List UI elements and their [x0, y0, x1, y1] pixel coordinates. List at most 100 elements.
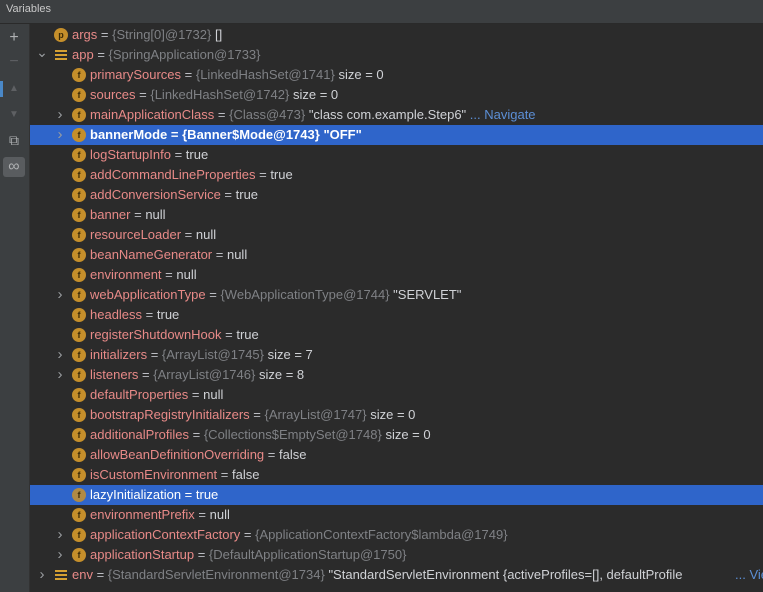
variable-name: allowBeanDefinitionOverriding	[90, 447, 265, 462]
variable-type: {Class@473}	[229, 107, 306, 122]
show-watches-toggle[interactable]: ∞	[3, 157, 25, 177]
field-icon: f	[72, 528, 86, 542]
equals-sign: =	[214, 107, 230, 122]
equals-sign: =	[130, 207, 146, 222]
tree-row-resourceLoader[interactable]: f resourceLoader = null	[30, 225, 763, 245]
variable-name: applicationContextFactory	[90, 527, 241, 542]
equals-sign: =	[240, 527, 256, 542]
variable-type: {Collections$EmptySet@1748}	[203, 427, 382, 442]
tree-row-sources[interactable]: f sources = {LinkedHashSet@1742} size = 0	[30, 85, 763, 105]
variable-text: isCustomEnvironment = false	[90, 467, 259, 483]
minus-icon: −	[9, 53, 19, 70]
equals-sign: =	[135, 87, 151, 102]
tree-row-bannerMode[interactable]: › f bannerMode = {Banner$Mode@1743} "OFF"	[30, 125, 763, 145]
move-up-button[interactable]: ▲	[3, 78, 25, 98]
field-icon: f	[72, 288, 86, 302]
copy-icon: ⧉	[9, 131, 19, 148]
tree-row-additionalProfiles[interactable]: f additionalProfiles = {Collections$Empty…	[30, 425, 763, 445]
field-icon: f	[72, 248, 86, 262]
tree-row-environmentPrefix[interactable]: f environmentPrefix = null	[30, 505, 763, 525]
equals-sign: =	[220, 187, 236, 202]
variable-text: applicationStartup = {DefaultApplication…	[90, 547, 406, 563]
tree-row-app[interactable]: ⌄ app = {SpringApplication@1733}	[30, 45, 763, 65]
variable-text: sources = {LinkedHashSet@1742} size = 0	[90, 87, 338, 103]
variable-text: registerShutdownHook = true	[90, 327, 259, 343]
move-down-button[interactable]: ▼	[3, 104, 25, 124]
variable-name: resourceLoader	[90, 227, 182, 242]
navigate-link[interactable]: ... Navigate	[466, 107, 536, 122]
equals-sign: =	[189, 427, 204, 442]
tree-row-headless[interactable]: f headless = true	[30, 305, 763, 325]
copy-button[interactable]: ⧉	[3, 130, 25, 150]
variable-name: headless	[90, 307, 143, 322]
tree-row-environment[interactable]: f environment = null	[30, 265, 763, 285]
variable-value: size = 0	[338, 67, 384, 82]
equals-sign: =	[170, 147, 186, 162]
tree-row-mainApplicationClass[interactable]: › f mainApplicationClass = {Class@473} "cl…	[30, 105, 763, 125]
tree-row-initializers[interactable]: › f initializers = {ArrayList@1745} size =…	[30, 345, 763, 365]
tree-row-lazyInitialization[interactable]: f lazyInitialization = true	[30, 485, 763, 505]
variable-type: {Banner$Mode@1743}	[182, 127, 320, 142]
chevron-right-icon[interactable]: ›	[54, 367, 66, 382]
variable-value: []	[214, 27, 223, 42]
equals-sign: =	[92, 567, 108, 582]
tree-row-banner[interactable]: f banner = null	[30, 205, 763, 225]
tree-row-addCommandLineProperties[interactable]: f addCommandLineProperties = true	[30, 165, 763, 185]
tree-row-logStartupInfo[interactable]: f logStartupInfo = true	[30, 145, 763, 165]
tree-row-beanNameGenerator[interactable]: f beanNameGenerator = null	[30, 245, 763, 265]
tree-row-applicationContextFactory[interactable]: › f applicationContextFactory = {Applicati…	[30, 525, 763, 545]
tree-row-webApplicationType[interactable]: › f webApplicationType = {WebApplicationTy…	[30, 285, 763, 305]
variable-name: defaultProperties	[90, 387, 189, 402]
field-icon: f	[72, 188, 86, 202]
variable-text: args = {String[0]@1732} []	[72, 27, 222, 43]
tree-row-isCustomEnvironment[interactable]: f isCustomEnvironment = false	[30, 465, 763, 485]
tree-row-applicationStartup[interactable]: › f applicationStartup = {DefaultApplicati…	[30, 545, 763, 565]
view-link[interactable]: ... View	[733, 567, 763, 583]
chevron-right-icon[interactable]: ›	[36, 567, 48, 582]
add-watch-button[interactable]: +	[3, 28, 25, 48]
variable-type: {ArrayList@1747}	[264, 407, 367, 422]
chevron-right-icon[interactable]: ›	[54, 347, 66, 362]
variable-name: initializers	[90, 347, 148, 362]
variable-value: true	[235, 187, 259, 202]
variable-value: null	[145, 207, 166, 222]
tree-row-listeners[interactable]: › f listeners = {ArrayList@1746} size = 8	[30, 365, 763, 385]
variable-text: webApplicationType = {WebApplicationType…	[90, 287, 461, 303]
chevron-down-icon[interactable]: ⌄	[36, 45, 48, 59]
tree-row-env[interactable]: › env = {StandardServletEnvironment@1734}…	[30, 565, 763, 585]
variable-value: true	[185, 147, 209, 162]
parameter-icon: p	[54, 28, 68, 42]
chevron-right-icon[interactable]: ›	[54, 287, 66, 302]
equals-sign: =	[194, 547, 209, 562]
tree-row-primarySources[interactable]: f primarySources = {LinkedHashSet@1741} s…	[30, 65, 763, 85]
variable-text: additionalProfiles = {Collections$EmptyS…	[90, 427, 431, 443]
tree-row-bootstrapRegistryInitializers[interactable]: f bootstrapRegistryInitializers = {ArrayL…	[30, 405, 763, 425]
field-icon: f	[72, 228, 86, 242]
variable-value: "StandardServletEnvironment {activeProfi…	[328, 567, 683, 582]
equals-sign: =	[167, 127, 183, 142]
glasses-icon: ∞	[8, 158, 20, 175]
variables-tree: p args = {String[0]@1732} [] ⌄ app = {Sprin…	[30, 24, 763, 592]
equals-sign: =	[221, 327, 237, 342]
field-icon: f	[72, 348, 86, 362]
variable-text: app = {SpringApplication@1733}	[72, 47, 261, 63]
field-icon: f	[72, 108, 86, 122]
variable-type: {LinkedHashSet@1742}	[150, 87, 290, 102]
equals-sign: =	[93, 47, 109, 62]
tree-row-addConversionService[interactable]: f addConversionService = true	[30, 185, 763, 205]
tree-row-args[interactable]: p args = {String[0]@1732} []	[30, 25, 763, 45]
field-icon: f	[72, 408, 86, 422]
variable-name: bannerMode	[90, 127, 168, 142]
equals-sign: =	[264, 447, 279, 462]
field-icon: f	[72, 208, 86, 222]
variable-type: {ApplicationContextFactory$lambda@1749}	[255, 527, 508, 542]
tree-row-defaultProperties[interactable]: f defaultProperties = null	[30, 385, 763, 405]
tree-row-registerShutdownHook[interactable]: f registerShutdownHook = true	[30, 325, 763, 345]
field-icon: f	[72, 488, 86, 502]
chevron-right-icon[interactable]: ›	[54, 547, 66, 562]
chevron-right-icon[interactable]: ›	[54, 107, 66, 122]
chevron-right-icon[interactable]: ›	[54, 527, 66, 542]
tree-row-allowBeanDefinitionOverriding[interactable]: f allowBeanDefinitionOverriding = false	[30, 445, 763, 465]
chevron-right-icon[interactable]: ›	[54, 127, 66, 142]
remove-watch-button[interactable]: −	[3, 52, 25, 72]
